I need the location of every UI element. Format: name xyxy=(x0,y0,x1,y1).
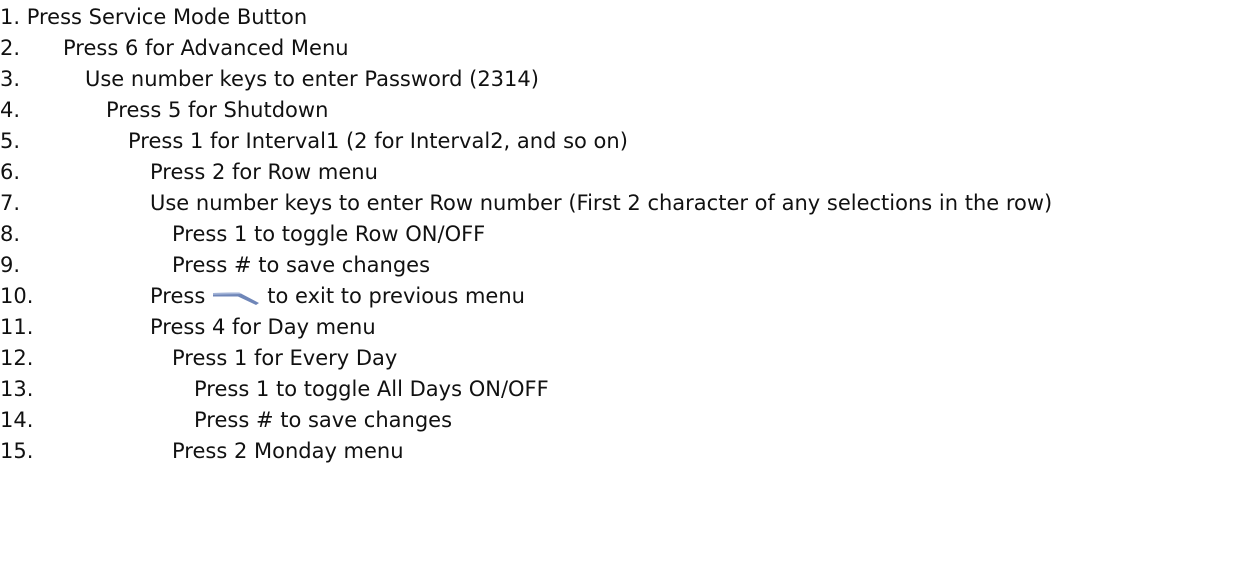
step-number: 12. xyxy=(0,346,34,370)
list-item: 1. Press Service Mode Button xyxy=(0,0,307,34)
step-text: Use number keys to enter Row number (Fir… xyxy=(150,191,1053,215)
step-text: Press 4 for Day menu xyxy=(150,315,376,339)
step-text: Press # to save changes xyxy=(194,408,453,432)
step-text: Press 5 for Shutdown xyxy=(106,98,329,122)
step-number: 8. xyxy=(0,222,21,246)
step-text: Press 1 to toggle Row ON/OFF xyxy=(172,222,486,246)
step-text: Press 2 Monday menu xyxy=(172,439,404,463)
step-text: Press 1 for Interval1 (2 for Interval2, … xyxy=(128,129,628,153)
step-text: Press 1 to toggle All Days ON/OFF xyxy=(194,377,549,401)
step-text-after: to exit to previous menu xyxy=(267,284,525,308)
step-text: Use number keys to enter Password (2314) xyxy=(85,67,539,91)
step-text: Press 6 for Advanced Menu xyxy=(63,36,349,60)
step-number: 5. xyxy=(0,129,21,153)
step-number: 9. xyxy=(0,253,21,277)
step-number: 13. xyxy=(0,377,34,401)
back-arrow-icon xyxy=(211,284,261,306)
step-number: 2. xyxy=(0,36,21,60)
step-number: 11. xyxy=(0,315,34,339)
step-text: 1. Press Service Mode Button xyxy=(0,5,308,29)
step-number: 3. xyxy=(0,67,21,91)
step-text: Press 2 for Row menu xyxy=(150,160,378,184)
step-number: 7. xyxy=(0,191,21,215)
step-number: 14. xyxy=(0,408,34,432)
step-number: 15. xyxy=(0,439,34,463)
step-number: 6. xyxy=(0,160,21,184)
step-text-before: Press xyxy=(150,284,206,308)
step-text: Press # to save changes xyxy=(172,253,431,277)
step-number: 10. xyxy=(0,284,34,308)
step-text: Press to exit to previous menu xyxy=(150,279,525,313)
step-text: Press 1 for Every Day xyxy=(172,346,398,370)
step-number: 4. xyxy=(0,98,21,122)
